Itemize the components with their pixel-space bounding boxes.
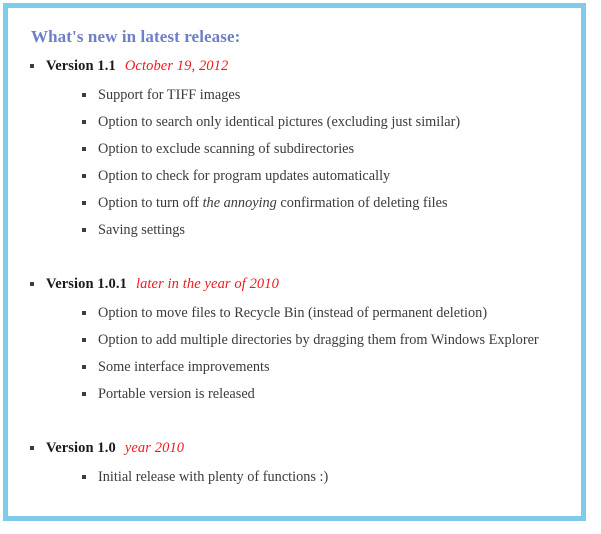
list-item: Portable version is released (81, 384, 561, 404)
square-bullet-icon (82, 311, 86, 316)
square-bullet-icon (82, 338, 86, 343)
square-bullet-icon (82, 174, 86, 179)
feature-text: Option to exclude scanning of subdirecto… (98, 141, 355, 158)
feature-list: Option to move files to Recycle Bin (ins… (46, 303, 561, 404)
feature-text: Option to search only identical pictures… (98, 114, 461, 131)
release-section: Version 1.0 year 2010 Initial release wit… (28, 438, 561, 487)
square-bullet-icon (30, 282, 34, 287)
feature-list: Support for TIFF images Option to search… (46, 85, 561, 240)
feature-text: Option to add multiple directories by dr… (98, 332, 539, 349)
feature-text: Initial release with plenty of functions… (98, 469, 329, 486)
list-item: Saving settings (81, 220, 561, 240)
release-notes-content: What's new in latest release: Version 1.… (8, 8, 581, 497)
square-bullet-icon (82, 365, 86, 370)
square-bullet-icon (82, 93, 86, 98)
list-item: Option to add multiple directories by dr… (81, 330, 560, 350)
release-date-label: October 19, 2012 (124, 58, 229, 75)
feature-text: Option to move files to Recycle Bin (ins… (98, 305, 488, 322)
feature-text: Option to check for program updates auto… (98, 168, 391, 185)
release-version-label: Version 1.1 (46, 58, 116, 75)
feature-text-emphasis: the annoying (202, 195, 277, 212)
list-item: Option to exclude scanning of subdirecto… (81, 139, 561, 159)
feature-text-post: confirmation of deleting files (276, 195, 448, 212)
feature-list: Initial release with plenty of functions… (46, 467, 561, 487)
square-bullet-icon (82, 228, 86, 233)
list-item: Initial release with plenty of functions… (81, 467, 561, 487)
square-bullet-icon (82, 475, 86, 480)
release-notes-panel: What's new in latest release: Version 1.… (3, 3, 586, 521)
release-version-label: Version 1.0 (46, 440, 116, 457)
feature-text-pre: Option to turn off (98, 195, 203, 212)
list-item: Option to turn off the annoying confirma… (81, 193, 561, 213)
list-item: Option to move files to Recycle Bin (ins… (81, 303, 561, 323)
release-section: Version 1.1 October 19, 2012 Support for … (28, 56, 561, 240)
page-title: What's new in latest release: (31, 27, 241, 46)
release-section: Version 1.0.1 later in the year of 2010 O… (28, 274, 561, 404)
square-bullet-icon (30, 64, 34, 69)
version-list: Version 1.1 October 19, 2012 Support for … (28, 56, 561, 487)
release-header: Version 1.0.1 later in the year of 2010 (46, 274, 561, 294)
list-item: Option to check for program updates auto… (81, 166, 561, 186)
square-bullet-icon (30, 446, 34, 451)
square-bullet-icon (82, 392, 86, 397)
release-header: Version 1.0 year 2010 (46, 438, 561, 458)
square-bullet-icon (82, 147, 86, 152)
release-version-label: Version 1.0.1 (46, 276, 127, 293)
release-header: Version 1.1 October 19, 2012 (46, 56, 561, 76)
release-date-label: year 2010 (124, 440, 185, 457)
feature-text: Portable version is released (98, 386, 255, 403)
feature-text: Support for TIFF images (98, 87, 241, 104)
feature-text: Saving settings (98, 222, 185, 239)
list-item: Support for TIFF images (81, 85, 561, 105)
list-item: Option to search only identical pictures… (81, 112, 561, 132)
square-bullet-icon (82, 120, 86, 125)
square-bullet-icon (82, 201, 86, 206)
release-date-label: later in the year of 2010 (135, 276, 279, 293)
feature-text: Some interface improvements (98, 359, 270, 376)
list-item: Some interface improvements (81, 357, 561, 377)
